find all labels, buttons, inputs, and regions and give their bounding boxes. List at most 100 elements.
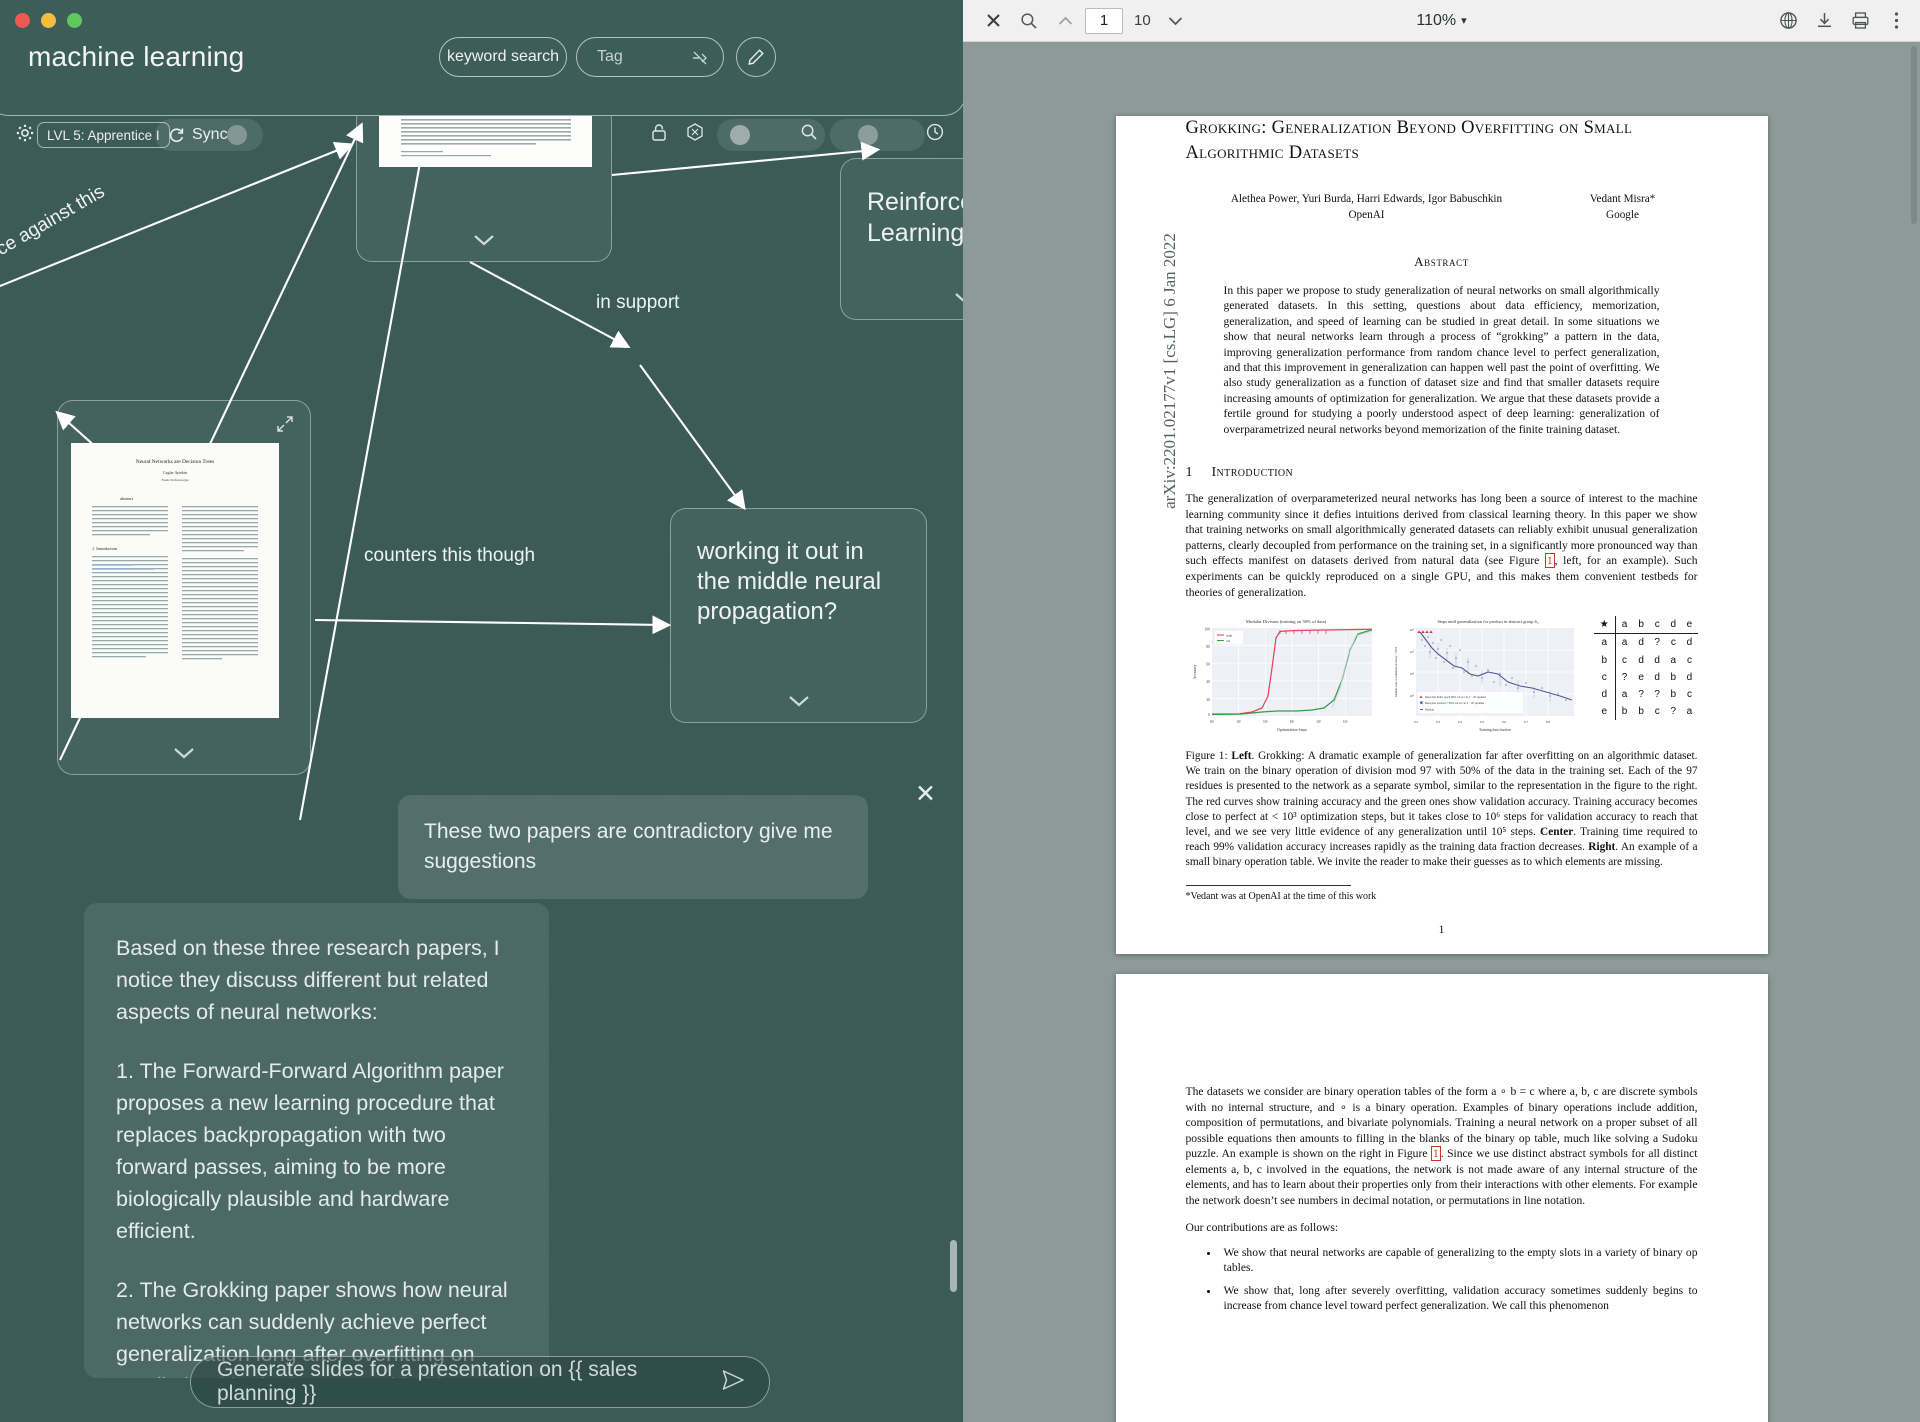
figure-reference-link[interactable]: 1: [1544, 553, 1555, 569]
canvas-node-question[interactable]: working it out in the middle neural prop…: [670, 508, 927, 723]
search-icon[interactable]: [1011, 0, 1047, 42]
chat-scrollbar[interactable]: [950, 1240, 957, 1292]
svg-text:abstract: abstract: [120, 496, 134, 501]
list-item: We show that, long after severely overfi…: [1220, 1283, 1698, 1314]
optab-cell: e: [1593, 703, 1616, 721]
gear-icon[interactable]: [16, 124, 34, 147]
paper-content-page2: The datasets we consider are binary oper…: [1116, 974, 1768, 1314]
svg-text:0.5: 0.5: [1479, 720, 1484, 724]
svg-text:10⁵: 10⁵: [1316, 720, 1322, 724]
lock-icon[interactable]: [650, 122, 668, 147]
pdf-page-1: arXiv:2201.02177v1 [cs.LG] 6 Jan 2022 Gr…: [1115, 116, 1768, 954]
next-page-button[interactable]: [1158, 0, 1194, 42]
list-item: We show that neural networks are capable…: [1220, 1245, 1698, 1276]
affiliation-left: OpenAI: [1348, 209, 1385, 222]
send-icon[interactable]: [721, 1368, 745, 1397]
optab-cell: b: [1593, 651, 1616, 669]
optab-cell: ?: [1654, 688, 1660, 700]
prev-page-button[interactable]: [1047, 0, 1083, 42]
chevron-down-icon[interactable]: [788, 694, 810, 712]
optab-cell: ?: [1670, 706, 1677, 718]
figure-caption-bold-left: Left: [1231, 750, 1252, 763]
svg-text:Nokia Technologies: Nokia Technologies: [161, 478, 189, 482]
figure-reference-link-page2[interactable]: 1: [1430, 1146, 1441, 1162]
toolbar-toggle-2-knob[interactable]: [858, 125, 878, 145]
figure-caption-left-text: Grokking: A dramatic example of generali…: [1185, 750, 1698, 838]
authors-left: Alethea Power, Yuri Burda, Harri Edwards…: [1230, 193, 1503, 206]
svg-text:Accuracy: Accuracy: [1193, 665, 1197, 680]
pdf-toolbar-right-actions: [1770, 0, 1914, 42]
figure-1-center-chart: Steps until generalization for product i…: [1387, 616, 1584, 740]
close-window-button[interactable]: [15, 13, 30, 28]
close-icon[interactable]: [975, 0, 1011, 42]
chat-composer[interactable]: Generate slides for a presentation on {{…: [190, 1356, 770, 1408]
sync-icon: [169, 127, 184, 142]
table-row: a a d? c d: [1593, 633, 1698, 652]
paper-thumbnail-left: Neural Networks are Decision Trees Cagla…: [71, 443, 279, 718]
canvas-node-paper-left[interactable]: Neural Networks are Decision Trees Cagla…: [57, 400, 311, 775]
hexagon-icon[interactable]: [685, 122, 705, 147]
svg-text:10³: 10³: [1409, 694, 1413, 698]
page-number-label: 1: [1438, 923, 1445, 936]
edit-pen-button[interactable]: [736, 37, 776, 77]
table-row: bcddac: [1593, 651, 1698, 669]
window-traffic-lights[interactable]: [15, 13, 82, 28]
section-heading-introduction: 1 Introduction: [1186, 465, 1698, 481]
canvas-pane: a b c d ea d ? c d c d d a c? e d b d: [0, 0, 963, 1422]
canvas-node-reinforcement-learning[interactable]: Reinforcement Learning: [840, 158, 963, 320]
maximize-window-button[interactable]: [67, 13, 82, 28]
pdf-scroll-area[interactable]: arXiv:2201.02177v1 [cs.LG] 6 Jan 2022 Gr…: [963, 42, 1920, 1422]
svg-text:10¹: 10¹: [1209, 720, 1214, 724]
toolbar-toggle-1-knob[interactable]: [730, 125, 750, 145]
expand-icon[interactable]: [275, 414, 295, 439]
tag-input[interactable]: Tag: [576, 37, 724, 77]
page2-paragraph: The datasets we consider are binary oper…: [1186, 1084, 1698, 1208]
minimize-window-button[interactable]: [41, 13, 56, 28]
chat-message-user: These two papers are contradictory give …: [398, 795, 868, 899]
figure-1: Modular Division (training on 50% of dat…: [1185, 616, 1698, 740]
more-vertical-icon[interactable]: [1878, 0, 1914, 42]
page-number-input[interactable]: 1: [1085, 7, 1123, 34]
authors-right: Vedant Misra*: [1589, 193, 1656, 206]
chevron-down-icon[interactable]: [473, 233, 495, 251]
download-icon[interactable]: [1806, 0, 1842, 42]
figure-caption-bold-right: Right: [1588, 841, 1616, 854]
level-badge[interactable]: LVL 5: Apprentice I: [37, 122, 170, 148]
presentation-icon[interactable]: [1770, 0, 1806, 42]
svg-text:Modular Division (training on: Modular Division (training on 50% of dat…: [1245, 619, 1326, 624]
svg-text:Optimization Steps: Optimization Steps: [1277, 728, 1307, 732]
edge-label-against-this: ce against this: [0, 181, 109, 261]
chevron-down-icon[interactable]: [954, 291, 963, 309]
optab-header-cell: d: [1665, 616, 1682, 635]
chat-input[interactable]: Generate slides for a presentation on {{…: [191, 1358, 721, 1406]
optab-header-cell: b: [1633, 616, 1650, 635]
chevron-down-icon[interactable]: ▾: [1461, 14, 1467, 27]
optab-cell: c: [1654, 706, 1660, 718]
svg-text:100: 100: [1204, 628, 1210, 632]
footnote-text: *Vedant was at OpenAI at the time of thi…: [1185, 890, 1377, 902]
optab-cell: d: [1654, 654, 1660, 666]
tag-clear-icon[interactable]: [691, 49, 709, 67]
print-icon[interactable]: [1842, 0, 1878, 42]
history-clock-icon[interactable]: [925, 122, 945, 147]
assistant-paragraph-intro: Based on these three research papers, I …: [116, 936, 500, 1024]
optab-cell: c: [1622, 654, 1628, 666]
pdf-scrollbar[interactable]: [1910, 42, 1919, 1422]
close-chat-button[interactable]: ✕: [915, 782, 936, 807]
zoom-level-label: 110%: [1416, 11, 1457, 29]
pdf-viewer-pane: 1 10 110% ▾ arXiv:2201.02177v1 [cs.LG] 6…: [963, 0, 1920, 1422]
optab-cell: b: [1670, 688, 1677, 700]
svg-text:0.3: 0.3: [1435, 720, 1440, 724]
keyword-search-button[interactable]: keyword search: [439, 37, 567, 77]
paper-authors: Alethea Power, Yuri Burda, Harri Edwards…: [1186, 191, 1698, 223]
search-icon[interactable]: [800, 123, 818, 146]
zoom-level-control[interactable]: 110% ▾: [1416, 12, 1466, 30]
optab-cell: d: [1638, 637, 1644, 649]
sync-toggle-knob[interactable]: [227, 125, 247, 145]
svg-text:60: 60: [1206, 663, 1210, 667]
section-title: Introduction: [1211, 465, 1294, 481]
figure-caption-bold-center: Center: [1540, 826, 1574, 838]
optab-body: ★ a b c d e a a d? c d b c d d a c c? e d b d d a?? b c e b b c? a: [1593, 616, 1698, 721]
node-label: Reinforcement Learning: [867, 188, 963, 248]
pdf-scrollbar-thumb[interactable]: [1911, 46, 1917, 224]
